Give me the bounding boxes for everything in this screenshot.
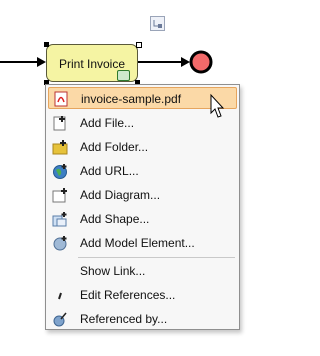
cursor-layer (210, 93, 225, 118)
pointer-cursor-icon (210, 93, 225, 118)
